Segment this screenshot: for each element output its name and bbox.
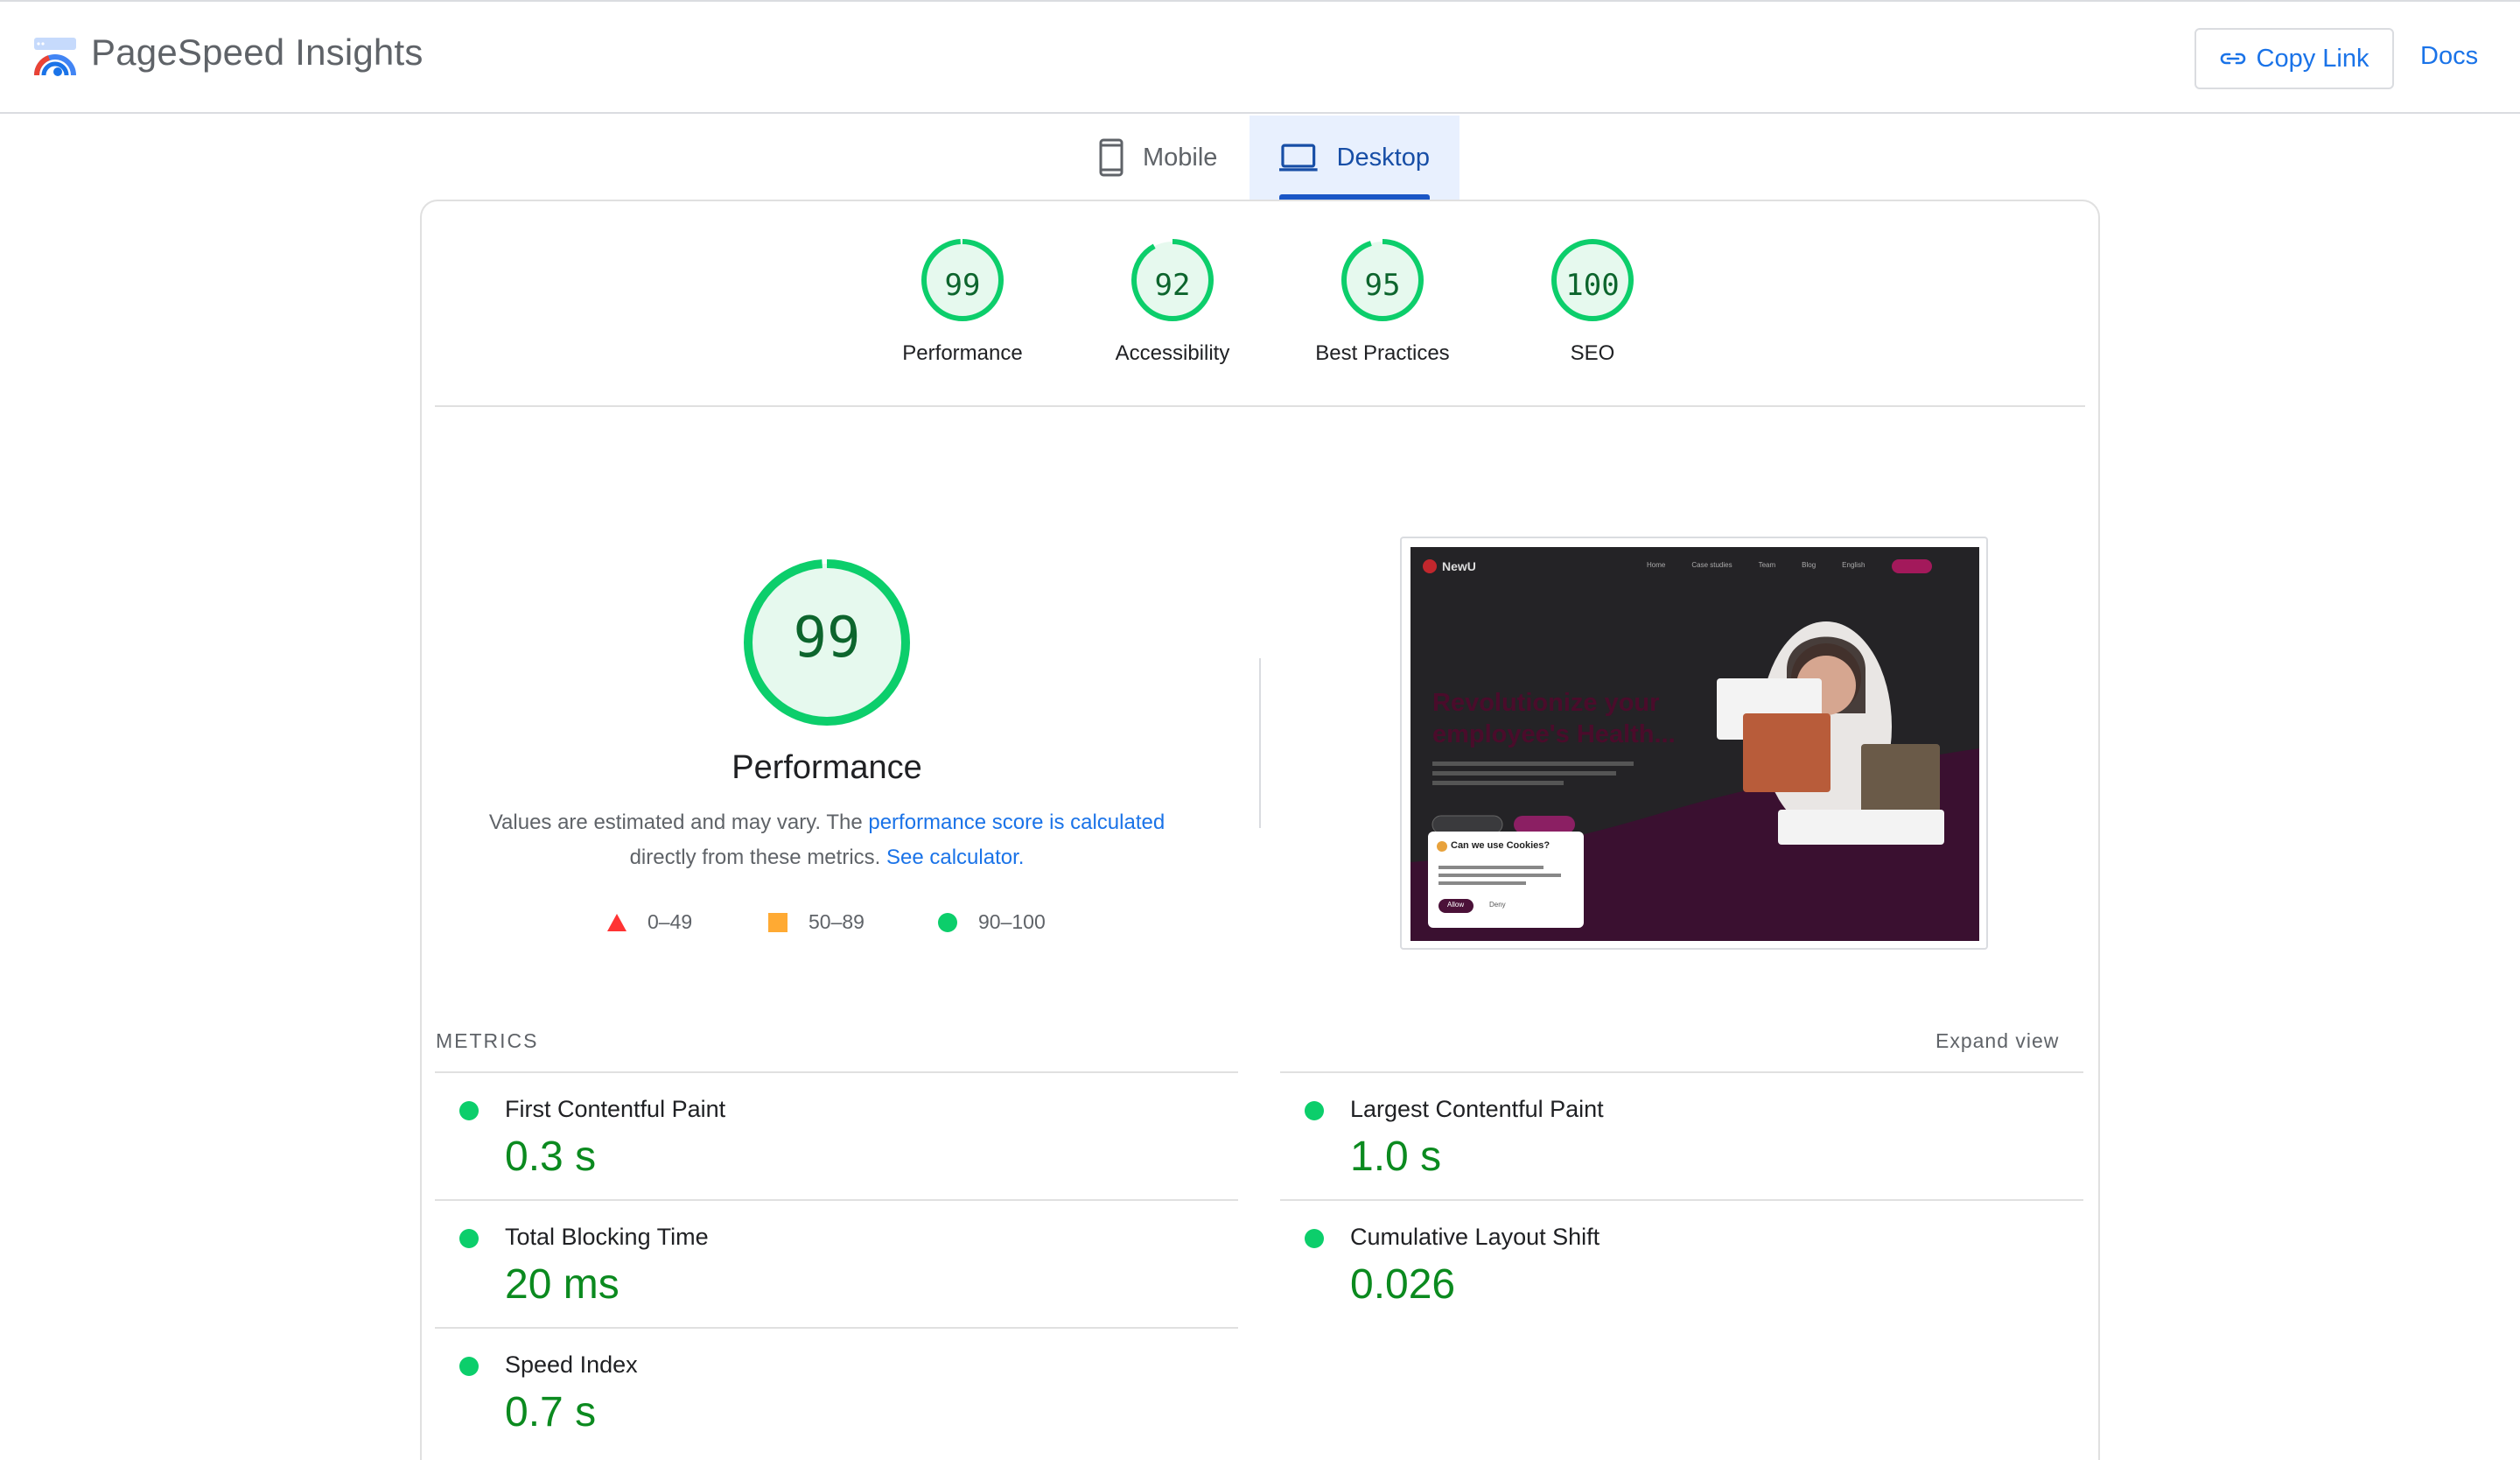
see-calculator-link[interactable]: See calculator. bbox=[886, 846, 1024, 869]
legend-fail: 0–49 bbox=[607, 910, 692, 934]
screenshot-nav-item: Team bbox=[1758, 561, 1776, 569]
legend-pass: 90–100 bbox=[938, 910, 1046, 934]
vertical-divider bbox=[1259, 658, 1261, 828]
screenshot-image: NewU Home Case studies Team Blog English… bbox=[1410, 547, 1979, 941]
tab-mobile-label: Mobile bbox=[1143, 143, 1218, 172]
brand-title[interactable]: PageSpeed Insights bbox=[91, 32, 424, 74]
metric-cumulative-layout-shift: Cumulative Layout Shift 0.026 bbox=[1280, 1199, 2083, 1327]
legend-range: 50–89 bbox=[808, 910, 864, 933]
expand-view-toggle[interactable]: Expand view bbox=[1936, 1029, 2059, 1053]
screenshot-nav-item: Case studies bbox=[1691, 561, 1732, 569]
performance-gauge: 99 bbox=[739, 555, 914, 730]
metric-name: Cumulative Layout Shift bbox=[1350, 1224, 1600, 1250]
score-value: 95 bbox=[1364, 268, 1401, 303]
pagespeed-logo-icon[interactable] bbox=[32, 35, 79, 82]
performance-score: 99 bbox=[793, 606, 861, 670]
square-icon bbox=[768, 912, 788, 932]
score-gauge-accessibility[interactable]: 92 Accessibility bbox=[1068, 236, 1278, 366]
circle-icon bbox=[938, 912, 957, 932]
screenshot-nav-item: Blog bbox=[1802, 561, 1816, 569]
metric-value: 0.3 s bbox=[505, 1134, 597, 1180]
category-scores: 99 Performance 92 Accessibility 95 Best … bbox=[858, 236, 1698, 385]
screenshot-site-name: NewU bbox=[1442, 559, 1476, 573]
score-gauge-best-practices[interactable]: 95 Best Practices bbox=[1278, 236, 1488, 366]
pass-circle-icon bbox=[1305, 1101, 1324, 1120]
score-value: 92 bbox=[1154, 268, 1191, 303]
metric-value: 0.7 s bbox=[505, 1389, 597, 1435]
metric-name: Speed Index bbox=[505, 1351, 638, 1378]
tab-desktop[interactable]: Desktop bbox=[1250, 116, 1460, 200]
desc-text: Values are estimated and may vary. The bbox=[488, 811, 869, 834]
tab-mobile[interactable]: Mobile bbox=[1069, 116, 1250, 200]
tab-desktop-label: Desktop bbox=[1336, 143, 1430, 172]
metric-name: Total Blocking Time bbox=[505, 1224, 709, 1250]
copy-link-label: Copy Link bbox=[2256, 44, 2370, 73]
score-gauge-performance[interactable]: 99 Performance bbox=[858, 236, 1068, 366]
metric-value: 0.026 bbox=[1350, 1261, 1456, 1308]
headline-line: employee's Health... bbox=[1432, 720, 1676, 748]
metric-name: Largest Contentful Paint bbox=[1350, 1096, 1604, 1122]
desc-text: directly from these metrics. bbox=[629, 846, 886, 869]
copy-link-button[interactable]: Copy Link bbox=[2194, 28, 2394, 89]
legend-range: 0–49 bbox=[648, 910, 693, 933]
score-gauge-seo[interactable]: 100 SEO bbox=[1488, 236, 1698, 366]
pass-circle-icon bbox=[459, 1357, 479, 1376]
metric-speed-index: Speed Index 0.7 s bbox=[435, 1327, 1238, 1455]
triangle-icon bbox=[607, 913, 626, 931]
score-value: 100 bbox=[1565, 268, 1620, 303]
legend-average: 50–89 bbox=[768, 910, 864, 934]
screenshot-nav-item: English bbox=[1842, 561, 1866, 569]
top-header: PageSpeed Insights Copy Link Docs bbox=[0, 0, 2520, 114]
metric-value: 20 ms bbox=[505, 1261, 620, 1308]
legend-range: 90–100 bbox=[978, 910, 1046, 933]
pass-circle-icon bbox=[459, 1229, 479, 1248]
device-tabs: Mobile Desktop bbox=[1069, 116, 1460, 200]
performance-score-calculated-link[interactable]: performance score is calculated bbox=[868, 811, 1165, 834]
section-divider bbox=[435, 405, 2085, 407]
metrics-heading: METRICS bbox=[436, 1029, 539, 1052]
metric-largest-contentful-paint: Largest Contentful Paint 1.0 s bbox=[1280, 1071, 2083, 1199]
cookie-title: Can we use Cookies? bbox=[1451, 840, 1550, 851]
score-label: Accessibility bbox=[1115, 341, 1230, 365]
laptop-icon bbox=[1279, 144, 1318, 172]
screenshot-nav: Home Case studies Team Blog English bbox=[1647, 561, 1865, 569]
pass-circle-icon bbox=[1305, 1229, 1324, 1248]
cookie-allow: Allow bbox=[1447, 901, 1465, 909]
metric-name: First Contentful Paint bbox=[505, 1096, 726, 1122]
metric-first-contentful-paint: First Contentful Paint 0.3 s bbox=[435, 1071, 1238, 1199]
score-value: 99 bbox=[944, 268, 981, 303]
link-icon bbox=[2220, 53, 2245, 65]
headline-line: Revolutionize your bbox=[1432, 689, 1660, 717]
screenshot-nav-item: Home bbox=[1647, 561, 1666, 569]
score-label: Best Practices bbox=[1315, 341, 1450, 365]
final-screenshot[interactable]: NewU Home Case studies Team Blog English… bbox=[1400, 537, 1988, 950]
performance-title: Performance bbox=[732, 749, 922, 786]
screenshot-headline: Revolutionize your employee's Health... bbox=[1432, 687, 1676, 750]
score-label: Performance bbox=[902, 341, 1023, 365]
metric-total-blocking-time: Total Blocking Time 20 ms bbox=[435, 1199, 1238, 1327]
phone-icon bbox=[1099, 138, 1124, 177]
pass-circle-icon bbox=[459, 1101, 479, 1120]
cookie-deny: Deny bbox=[1489, 901, 1506, 909]
docs-link[interactable]: Docs bbox=[2420, 42, 2478, 71]
performance-description: Values are estimated and may vary. The p… bbox=[472, 805, 1181, 875]
metric-value: 1.0 s bbox=[1350, 1134, 1442, 1180]
score-label: SEO bbox=[1570, 341, 1615, 365]
